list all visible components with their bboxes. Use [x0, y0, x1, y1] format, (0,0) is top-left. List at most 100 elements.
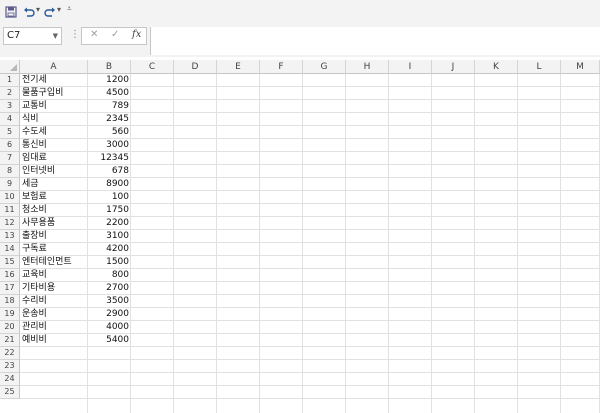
cell-a[interactable]: 예비비 — [22, 334, 86, 347]
cell-b[interactable]: 789 — [88, 100, 129, 113]
row-header[interactable]: 4 — [0, 113, 20, 126]
cell-b[interactable] — [88, 347, 129, 360]
cell-b[interactable]: 5400 — [88, 334, 129, 347]
cell-a[interactable]: 관리비 — [22, 321, 86, 334]
cell-a[interactable]: 출장비 — [22, 230, 86, 243]
cell-b[interactable] — [88, 386, 129, 399]
row-header[interactable]: 3 — [0, 100, 20, 113]
row-header[interactable]: 23 — [0, 360, 20, 373]
row-header[interactable]: 15 — [0, 256, 20, 269]
cell-b[interactable]: 800 — [88, 269, 129, 282]
row-header[interactable]: 11 — [0, 204, 20, 217]
cell-a[interactable]: 교육비 — [22, 269, 86, 282]
row-header[interactable]: 17 — [0, 282, 20, 295]
cell-a[interactable]: 청소비 — [22, 204, 86, 217]
column-header-j[interactable]: J — [432, 60, 475, 74]
cell-b[interactable]: 560 — [88, 126, 129, 139]
redo-dropdown-icon[interactable]: ▾ — [57, 5, 61, 14]
cell-b[interactable]: 2900 — [88, 308, 129, 321]
cell-b[interactable]: 4000 — [88, 321, 129, 334]
cell-a[interactable] — [22, 386, 86, 399]
undo-dropdown-icon[interactable]: ▾ — [36, 5, 40, 14]
column-header-b[interactable]: B — [88, 60, 131, 74]
column-header-d[interactable]: D — [174, 60, 217, 74]
cell-b[interactable] — [88, 373, 129, 386]
cell-a[interactable]: 물품구입비 — [22, 87, 86, 100]
cell-a[interactable]: 인터넷비 — [22, 165, 86, 178]
cell-a[interactable]: 기타비용 — [22, 282, 86, 295]
row-header[interactable]: 25 — [0, 386, 20, 399]
cell-b[interactable]: 2345 — [88, 113, 129, 126]
cell-b[interactable]: 3000 — [88, 139, 129, 152]
name-box-dropdown-icon[interactable]: ▼ — [53, 28, 58, 44]
redo-icon[interactable] — [43, 4, 57, 20]
cell-a[interactable]: 교통비 — [22, 100, 86, 113]
cell-b[interactable]: 2200 — [88, 217, 129, 230]
column-header-l[interactable]: L — [518, 60, 561, 74]
row-header[interactable]: 2 — [0, 87, 20, 100]
cell-a[interactable]: 식비 — [22, 113, 86, 126]
cell-b[interactable]: 678 — [88, 165, 129, 178]
cell-b[interactable]: 2700 — [88, 282, 129, 295]
row-header[interactable]: 12 — [0, 217, 20, 230]
cell-b[interactable]: 4500 — [88, 87, 129, 100]
column-header-m[interactable]: M — [561, 60, 600, 74]
cell-a[interactable]: 전기세 — [22, 74, 86, 87]
cell-b[interactable]: 3100 — [88, 230, 129, 243]
customize-quick-access-icon[interactable]: ⩡ — [67, 4, 72, 14]
cell-b[interactable]: 4200 — [88, 243, 129, 256]
name-box[interactable]: C7 ▼ — [3, 27, 62, 45]
row-header[interactable]: 20 — [0, 321, 20, 334]
column-header-f[interactable]: F — [260, 60, 303, 74]
row-header[interactable]: 24 — [0, 373, 20, 386]
column-header-h[interactable]: H — [346, 60, 389, 74]
cell-a[interactable]: 세금 — [22, 178, 86, 191]
cell-a[interactable]: 구독료 — [22, 243, 86, 256]
row-header[interactable]: 6 — [0, 139, 20, 152]
column-header-e[interactable]: E — [217, 60, 260, 74]
row-header[interactable]: 1 — [0, 74, 20, 87]
cancel-icon[interactable]: ✕ — [90, 29, 98, 40]
row-header[interactable]: 8 — [0, 165, 20, 178]
save-icon[interactable] — [4, 4, 18, 20]
column-header-c[interactable]: C — [131, 60, 174, 74]
row-header[interactable]: 10 — [0, 191, 20, 204]
row-header[interactable]: 9 — [0, 178, 20, 191]
column-header-i[interactable]: I — [389, 60, 432, 74]
cell-a[interactable]: 수도세 — [22, 126, 86, 139]
insert-function-icon[interactable]: fx — [132, 29, 141, 40]
cell-a[interactable]: 운송비 — [22, 308, 86, 321]
formula-input[interactable] — [150, 27, 600, 55]
row-header[interactable]: 7 — [0, 152, 20, 165]
cell-b[interactable]: 1200 — [88, 74, 129, 87]
cell-a[interactable] — [22, 360, 86, 373]
cell-b[interactable]: 8900 — [88, 178, 129, 191]
row-header[interactable]: 14 — [0, 243, 20, 256]
cell-b[interactable]: 3500 — [88, 295, 129, 308]
row-header[interactable]: 21 — [0, 334, 20, 347]
row-header[interactable]: 19 — [0, 308, 20, 321]
column-header-k[interactable]: K — [475, 60, 518, 74]
column-header-a[interactable]: A — [20, 60, 88, 74]
enter-icon[interactable]: ✓ — [111, 29, 119, 40]
cell-a[interactable]: 엔터테인먼트 — [22, 256, 86, 269]
row-header[interactable]: 18 — [0, 295, 20, 308]
row-header[interactable]: 16 — [0, 269, 20, 282]
undo-icon[interactable] — [22, 4, 36, 20]
column-header-g[interactable]: G — [303, 60, 346, 74]
cell-a[interactable] — [22, 373, 86, 386]
row-header[interactable]: 22 — [0, 347, 20, 360]
row-header[interactable]: 5 — [0, 126, 20, 139]
cell-a[interactable]: 수리비 — [22, 295, 86, 308]
row-header[interactable]: 13 — [0, 230, 20, 243]
cell-a[interactable]: 사무용품 — [22, 217, 86, 230]
cell-a[interactable] — [22, 347, 86, 360]
cell-b[interactable]: 1750 — [88, 204, 129, 217]
cell-b[interactable]: 12345 — [88, 152, 129, 165]
cell-a[interactable]: 통신비 — [22, 139, 86, 152]
cell-b[interactable] — [88, 360, 129, 373]
cell-b[interactable]: 1500 — [88, 256, 129, 269]
formula-bar-grip-icon[interactable]: ⋮ — [70, 29, 80, 40]
cell-b[interactable]: 100 — [88, 191, 129, 204]
cell-a[interactable]: 보험료 — [22, 191, 86, 204]
